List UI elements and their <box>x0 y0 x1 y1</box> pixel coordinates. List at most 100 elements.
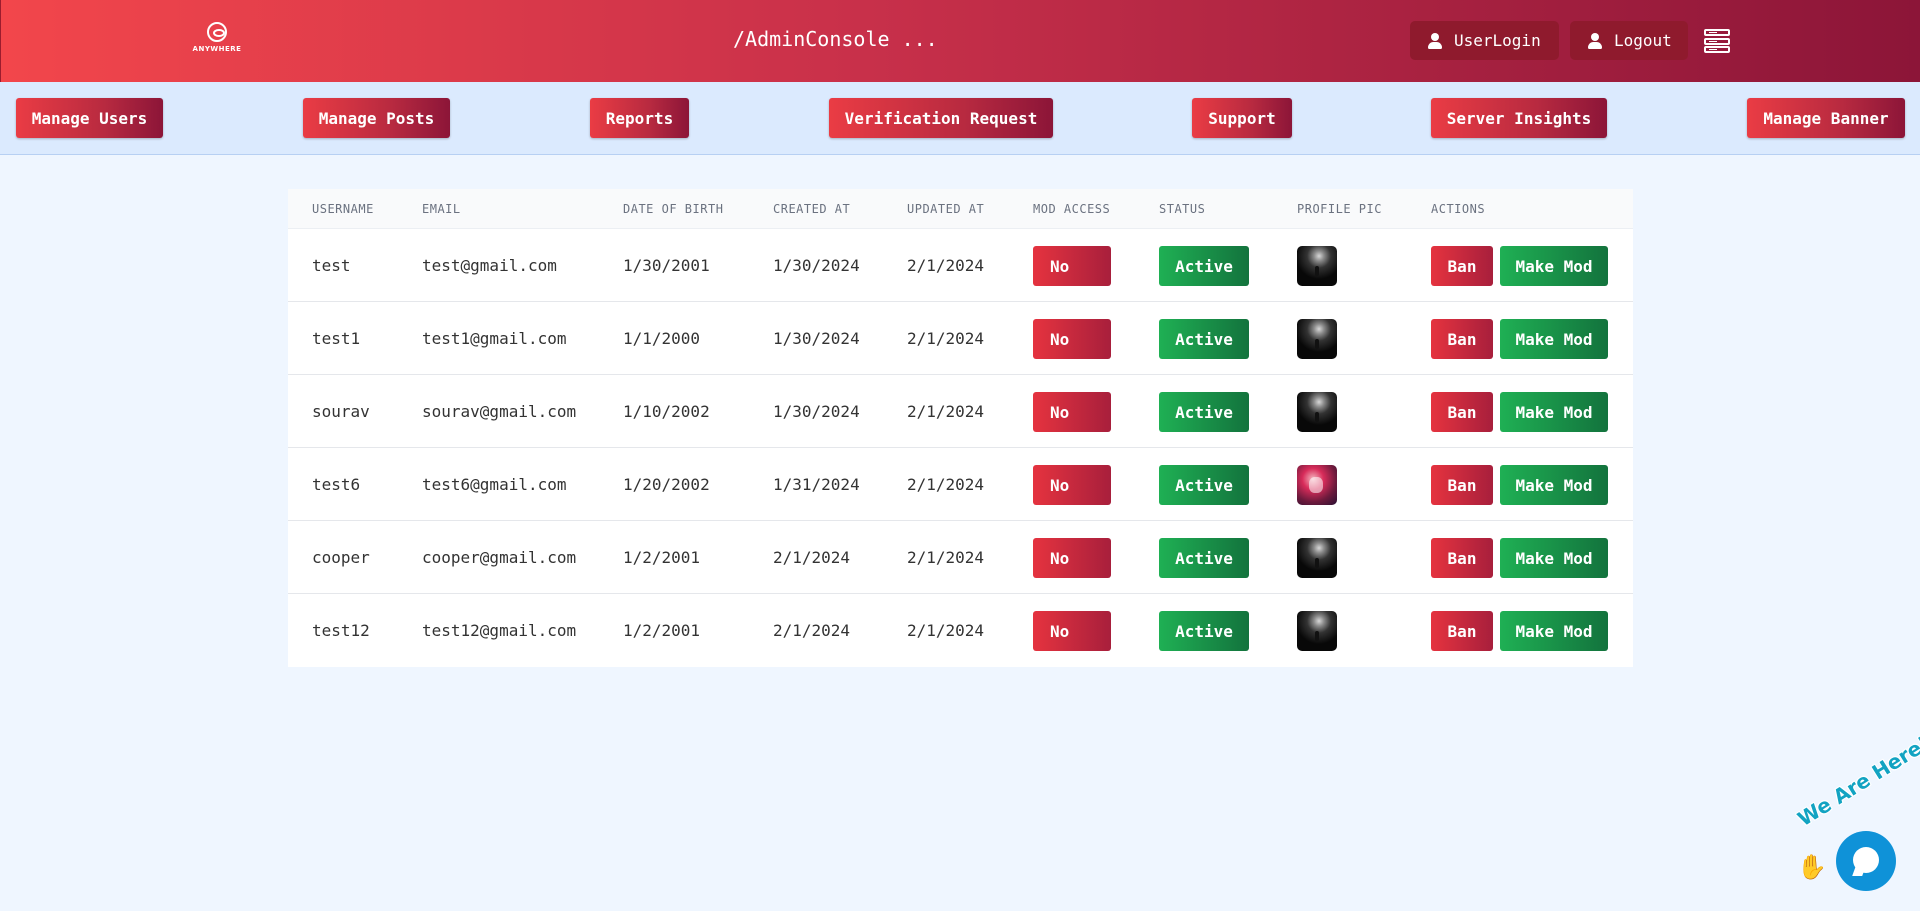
cell-email: test12@gmail.com <box>422 621 577 640</box>
manage-posts-button[interactable]: Manage Posts <box>303 98 450 138</box>
cell-username: test6 <box>312 475 361 494</box>
wave-icon: ✋ <box>1797 853 1827 881</box>
status-button[interactable]: Active <box>1159 392 1249 432</box>
chat-icon <box>1853 847 1879 873</box>
table-row: cooper cooper@gmail.com 1/2/2001 2/1/202… <box>288 521 1633 594</box>
logout-button[interactable]: Logout <box>1570 21 1688 60</box>
mod-access-toggle[interactable]: No <box>1033 465 1111 505</box>
chat-launcher-button[interactable] <box>1836 831 1896 891</box>
user-login-label: UserLogin <box>1454 31 1541 50</box>
mod-access-toggle[interactable]: No <box>1033 611 1111 651</box>
profile-pic[interactable] <box>1297 538 1337 578</box>
cell-created: 1/30/2024 <box>773 329 860 348</box>
support-button[interactable]: Support <box>1192 98 1292 138</box>
table-row: test1 test1@gmail.com 1/1/2000 1/30/2024… <box>288 302 1633 375</box>
cell-created: 1/30/2024 <box>773 256 860 275</box>
profile-pic[interactable] <box>1297 465 1337 505</box>
ban-button[interactable]: Ban <box>1431 538 1493 578</box>
col-username: USERNAME <box>312 202 374 216</box>
ban-button[interactable]: Ban <box>1431 392 1493 432</box>
cell-email: test6@gmail.com <box>422 475 567 494</box>
cell-created: 2/1/2024 <box>773 548 851 567</box>
col-date-of-birth: DATE OF BIRTH <box>623 202 724 216</box>
col-updated-at: UPDATED AT <box>907 202 985 216</box>
cell-dob: 1/2/2001 <box>623 548 701 567</box>
manage-users-button[interactable]: Manage Users <box>16 98 163 138</box>
col-profile-pic: PROFILE PIC <box>1297 202 1382 216</box>
verification-request-button[interactable]: Verification Request <box>829 98 1053 138</box>
cell-email: cooper@gmail.com <box>422 548 577 567</box>
profile-pic[interactable] <box>1297 611 1337 651</box>
cell-dob: 1/20/2002 <box>623 475 710 494</box>
make-mod-button[interactable]: Make Mod <box>1500 246 1608 286</box>
cell-created: 2/1/2024 <box>773 621 851 640</box>
ban-button[interactable]: Ban <box>1431 246 1493 286</box>
cell-updated: 2/1/2024 <box>907 402 985 421</box>
logo-text: ANYWHERE <box>192 45 242 53</box>
mod-access-toggle[interactable]: No <box>1033 319 1111 359</box>
col-email: EMAIL <box>422 202 461 216</box>
mod-access-toggle[interactable]: No <box>1033 246 1111 286</box>
cell-updated: 2/1/2024 <box>907 329 985 348</box>
cell-email: test1@gmail.com <box>422 329 567 348</box>
table-row: test6 test6@gmail.com 1/20/2002 1/31/202… <box>288 448 1633 521</box>
make-mod-button[interactable]: Make Mod <box>1500 392 1608 432</box>
status-button[interactable]: Active <box>1159 246 1249 286</box>
table-row: test test@gmail.com 1/30/2001 1/30/2024 … <box>288 229 1633 302</box>
table-header: USERNAME EMAIL DATE OF BIRTH CREATED AT … <box>288 189 1633 229</box>
ban-button[interactable]: Ban <box>1431 319 1493 359</box>
status-button[interactable]: Active <box>1159 465 1249 505</box>
users-table: USERNAME EMAIL DATE OF BIRTH CREATED AT … <box>288 189 1633 667</box>
server-insights-button[interactable]: Server Insights <box>1431 98 1607 138</box>
cell-updated: 2/1/2024 <box>907 475 985 494</box>
user-icon <box>1428 32 1442 49</box>
make-mod-button[interactable]: Make Mod <box>1500 611 1608 651</box>
cell-dob: 1/2/2001 <box>623 621 701 640</box>
cell-updated: 2/1/2024 <box>907 548 985 567</box>
user-login-button[interactable]: UserLogin <box>1410 21 1559 60</box>
col-status: STATUS <box>1159 202 1206 216</box>
col-created-at: CREATED AT <box>773 202 851 216</box>
status-button[interactable]: Active <box>1159 319 1249 359</box>
server-icon[interactable] <box>1704 29 1730 53</box>
cell-username: test <box>312 256 351 275</box>
cell-username: test1 <box>312 329 361 348</box>
reports-button[interactable]: Reports <box>590 98 689 138</box>
ban-button[interactable]: Ban <box>1431 611 1493 651</box>
cell-updated: 2/1/2024 <box>907 256 985 275</box>
mod-access-toggle[interactable]: No <box>1033 538 1111 578</box>
user-icon <box>1588 32 1602 49</box>
cell-dob: 1/10/2002 <box>623 402 710 421</box>
cell-created: 1/30/2024 <box>773 402 860 421</box>
cell-username: test12 <box>312 621 370 640</box>
logout-label: Logout <box>1614 31 1672 50</box>
cell-email: test@gmail.com <box>422 256 557 275</box>
make-mod-button[interactable]: Make Mod <box>1500 538 1608 578</box>
page-title: /AdminConsole ... <box>733 27 938 51</box>
admin-nav-bar: Manage Users Manage Posts Reports Verifi… <box>0 82 1920 155</box>
cell-email: sourav@gmail.com <box>422 402 577 421</box>
cell-username: cooper <box>312 548 370 567</box>
status-button[interactable]: Active <box>1159 538 1249 578</box>
ban-button[interactable]: Ban <box>1431 465 1493 505</box>
app-logo[interactable]: ANYWHERE <box>191 22 243 60</box>
table-row: sourav sourav@gmail.com 1/10/2002 1/30/2… <box>288 375 1633 448</box>
status-button[interactable]: Active <box>1159 611 1249 651</box>
profile-pic[interactable] <box>1297 246 1337 286</box>
profile-pic[interactable] <box>1297 392 1337 432</box>
cell-dob: 1/30/2001 <box>623 256 710 275</box>
cell-created: 1/31/2024 <box>773 475 860 494</box>
logo-icon <box>207 22 227 42</box>
col-actions: ACTIONS <box>1431 202 1486 216</box>
table-row: test12 test12@gmail.com 1/2/2001 2/1/202… <box>288 594 1633 667</box>
cell-updated: 2/1/2024 <box>907 621 985 640</box>
make-mod-button[interactable]: Make Mod <box>1500 465 1608 505</box>
cell-username: sourav <box>312 402 370 421</box>
make-mod-button[interactable]: Make Mod <box>1500 319 1608 359</box>
manage-banner-button[interactable]: Manage Banner <box>1747 98 1905 138</box>
col-mod-access: MOD ACCESS <box>1033 202 1111 216</box>
profile-pic[interactable] <box>1297 319 1337 359</box>
top-header: ANYWHERE /AdminConsole ... UserLogin Log… <box>0 0 1920 82</box>
mod-access-toggle[interactable]: No <box>1033 392 1111 432</box>
cell-dob: 1/1/2000 <box>623 329 701 348</box>
